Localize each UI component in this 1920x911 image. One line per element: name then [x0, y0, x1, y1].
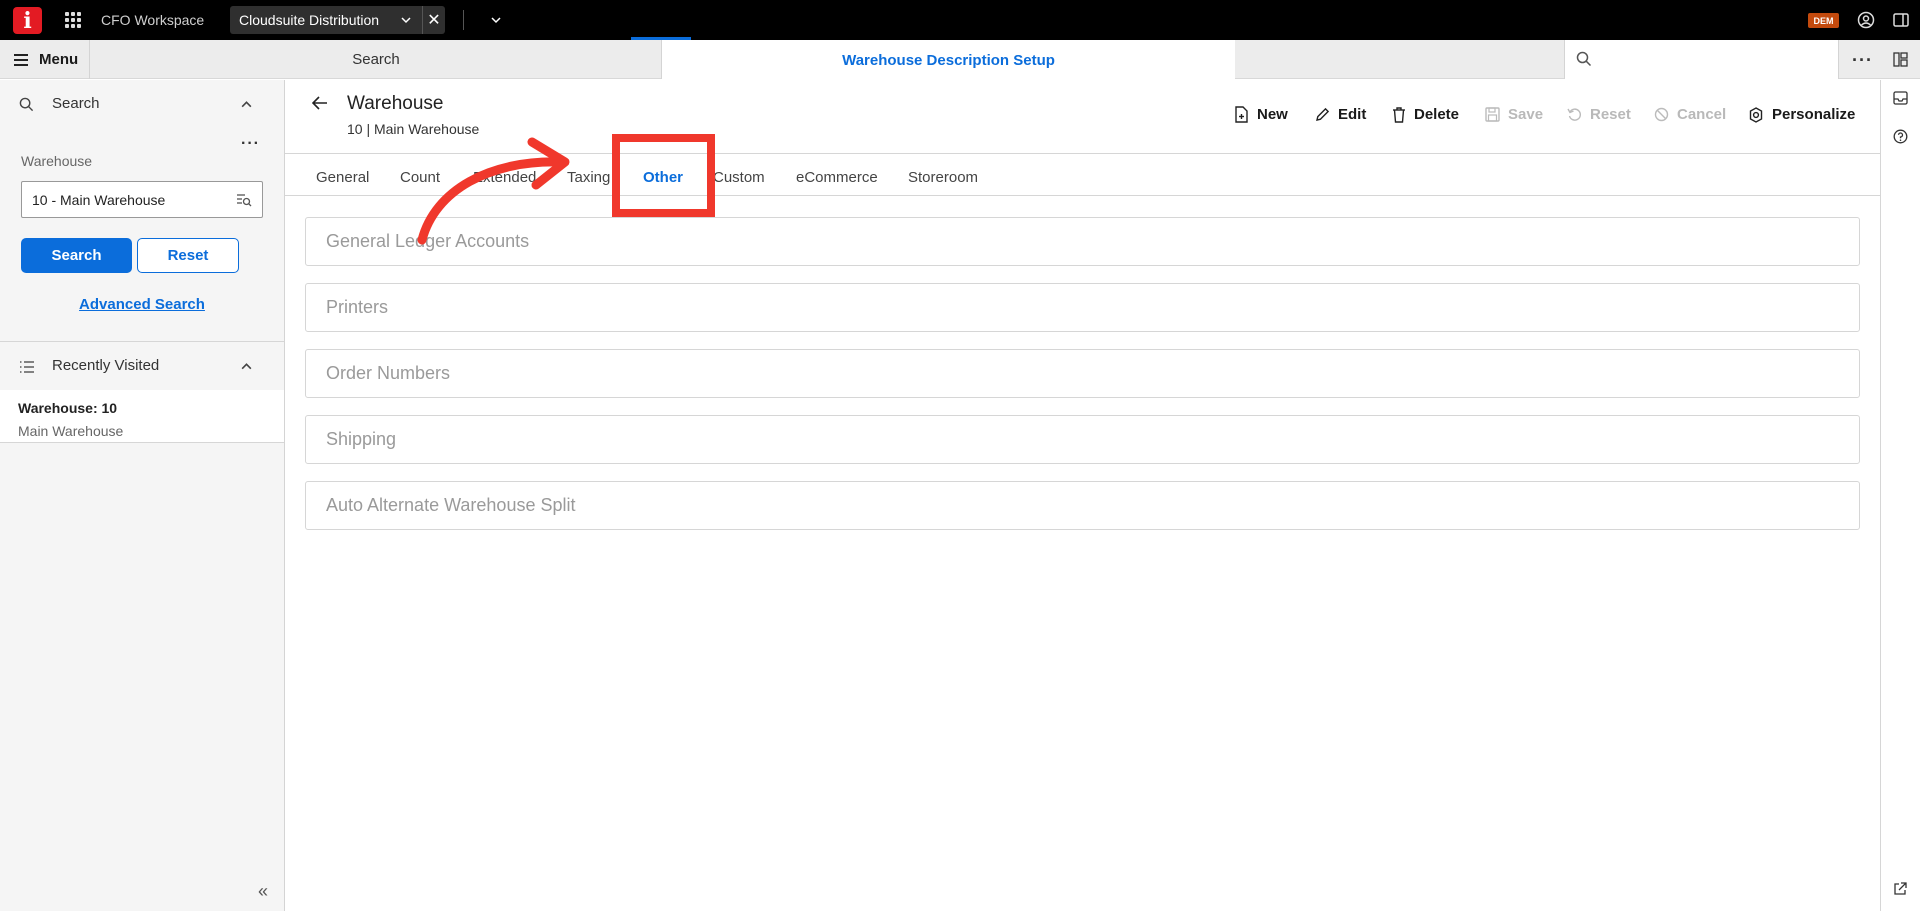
section-order-numbers[interactable]: Order Numbers	[305, 349, 1860, 398]
list-icon	[20, 361, 34, 373]
section-title: Printers	[326, 297, 389, 317]
help-icon[interactable]	[1893, 129, 1908, 144]
user-profile-icon[interactable]	[1857, 11, 1875, 29]
new-button[interactable]: New	[1234, 106, 1288, 123]
search-section-header[interactable]: Search	[0, 80, 284, 128]
recent-item-subtitle: Main Warehouse	[18, 423, 124, 439]
infor-logo-icon[interactable]: i	[13, 7, 42, 34]
tab-ecommerce[interactable]: eCommerce	[796, 169, 878, 186]
lookup-icon[interactable]	[236, 193, 252, 207]
recent-item-title: Warehouse: 10	[18, 400, 118, 416]
personalize-label: Personalize	[1772, 106, 1856, 123]
tab-general[interactable]: General	[316, 169, 369, 186]
advanced-search-link[interactable]: Advanced Search	[0, 296, 284, 313]
personalize-button[interactable]: Personalize	[1748, 106, 1855, 123]
chevron-up-icon[interactable]	[240, 98, 253, 111]
save-button[interactable]: Save	[1485, 106, 1543, 123]
personalize-icon	[1749, 106, 1763, 123]
annotation-arrow-icon	[417, 137, 570, 245]
warehouse-field-label: Warehouse	[21, 153, 93, 169]
recently-visited-header[interactable]: Recently Visited	[0, 342, 284, 390]
global-search-input[interactable]	[1564, 40, 1839, 79]
close-icon[interactable]: ✕	[423, 10, 445, 30]
app-launcher-icon[interactable]	[65, 12, 81, 28]
recent-item[interactable]: Warehouse: 10 Main Warehouse	[0, 390, 284, 443]
section-printers[interactable]: Printers	[305, 283, 1860, 332]
menu-label: Menu	[39, 51, 79, 68]
collapse-panel-icon[interactable]: «	[258, 881, 268, 902]
cancel-label: Cancel	[1677, 106, 1727, 123]
reset-label: Reset	[1590, 106, 1631, 123]
side-panel-icon[interactable]	[1893, 12, 1909, 28]
delete-label: Delete	[1414, 106, 1460, 123]
warehouse-input-value: 10 - Main Warehouse	[32, 191, 166, 208]
workspace-tab-strip: Menu Search Warehouse Description Setup …	[0, 40, 1920, 80]
edit-label: Edit	[1338, 106, 1367, 123]
search-section-title: Search	[52, 95, 100, 112]
external-link-icon[interactable]	[1893, 882, 1907, 896]
inbox-icon[interactable]	[1893, 91, 1908, 105]
page-title: Warehouse	[347, 93, 444, 114]
search-button[interactable]: Search	[21, 238, 132, 273]
annotation-highlight-box	[612, 134, 715, 217]
more-options-icon[interactable]: ···	[241, 135, 260, 153]
cancel-icon	[1654, 107, 1669, 122]
back-arrow-icon[interactable]	[312, 96, 328, 110]
active-tab-indicator	[631, 37, 691, 40]
tab-search[interactable]: Search	[91, 40, 662, 79]
recently-visited-title: Recently Visited	[52, 357, 160, 374]
section-auto-alternate-warehouse-split[interactable]: Auto Alternate Warehouse Split	[305, 481, 1860, 530]
menu-button[interactable]: Menu	[0, 40, 90, 79]
environment-badge: DEM	[1808, 13, 1839, 28]
section-title: Order Numbers	[326, 363, 451, 383]
save-icon	[1485, 107, 1500, 122]
search-icon	[1576, 51, 1592, 67]
section-shipping[interactable]: Shipping	[305, 415, 1860, 464]
more-options-icon[interactable]: ···	[1852, 50, 1873, 71]
divider	[1880, 80, 1881, 911]
tab-storeroom[interactable]: Storeroom	[908, 169, 978, 186]
tenant-name: Cloudsuite Distribution	[239, 12, 380, 28]
cancel-button[interactable]: Cancel	[1654, 106, 1726, 123]
chevron-down-icon[interactable]	[400, 14, 412, 26]
top-bar: i CFO Workspace Cloudsuite Distribution …	[0, 0, 1920, 40]
pencil-icon	[1316, 107, 1330, 121]
search-icon	[19, 97, 34, 112]
app-title[interactable]: CFO Workspace	[101, 12, 204, 28]
left-panel: Search ··· Warehouse 10 - Main Warehouse…	[0, 80, 285, 911]
tenant-selector[interactable]: Cloudsuite Distribution ✕	[230, 6, 445, 34]
hamburger-icon	[14, 53, 28, 66]
layout-icon[interactable]	[1893, 52, 1908, 67]
warehouse-search-input[interactable]: 10 - Main Warehouse	[21, 181, 263, 218]
chevron-down-icon[interactable]	[490, 14, 502, 26]
tab-warehouse-description-setup[interactable]: Warehouse Description Setup	[662, 40, 1235, 80]
trash-icon	[1393, 106, 1405, 123]
new-label: New	[1257, 106, 1288, 123]
save-label: Save	[1508, 106, 1544, 123]
reset-button[interactable]: Reset	[137, 238, 239, 273]
new-document-icon	[1235, 106, 1248, 123]
section-title: Shipping	[326, 429, 397, 449]
edit-button[interactable]: Edit	[1315, 106, 1366, 123]
section-title: Auto Alternate Warehouse Split	[326, 495, 576, 515]
tab-custom[interactable]: Custom	[713, 169, 765, 186]
reset-toolbar-button[interactable]: Reset	[1567, 106, 1631, 123]
delete-button[interactable]: Delete	[1392, 106, 1459, 123]
divider	[463, 10, 464, 30]
undo-icon	[1567, 108, 1581, 121]
chevron-up-icon[interactable]	[240, 360, 253, 373]
